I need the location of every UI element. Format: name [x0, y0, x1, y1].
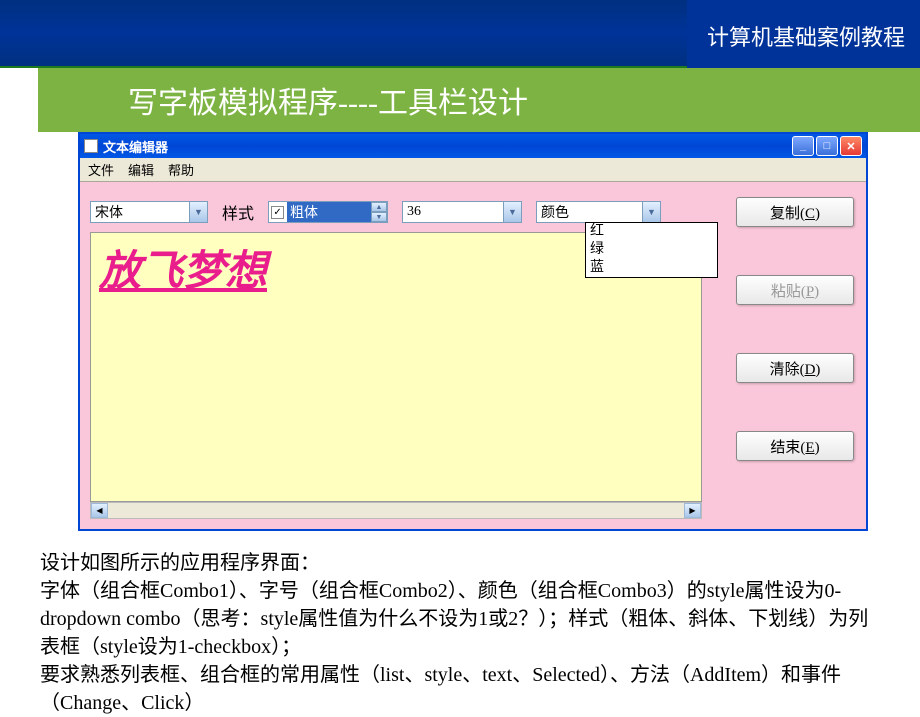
scroll-left-icon[interactable]: ◀	[91, 503, 108, 518]
desc-line1: 设计如图所示的应用程序界面：	[40, 549, 880, 577]
slide-header: 计算机基础案例教程	[0, 0, 920, 68]
description-text: 设计如图所示的应用程序界面： 字体（组合框Combo1）、字号（组合框Combo…	[40, 549, 880, 717]
menu-edit[interactable]: 编辑	[128, 160, 154, 179]
checkbox-icon[interactable]: ✓	[271, 206, 284, 219]
scroll-right-icon[interactable]: ▶	[684, 503, 701, 518]
dropdown-arrow-icon[interactable]: ▼	[642, 202, 660, 222]
desc-line3: 要求熟悉列表框、组合框的常用属性（list、style、text、Selecte…	[40, 661, 880, 717]
color-dropdown-list[interactable]: 红 绿 蓝	[585, 222, 718, 278]
menu-help[interactable]: 帮助	[168, 160, 194, 179]
paste-button[interactable]: 粘贴(P)	[736, 275, 854, 305]
font-combo[interactable]: 宋体 ▼	[90, 201, 208, 223]
size-combo[interactable]: 36 ▼	[402, 201, 522, 223]
window-title: 文本编辑器	[103, 137, 792, 156]
clear-button[interactable]: 清除(D)	[736, 353, 854, 383]
maximize-button[interactable]: □	[816, 136, 838, 156]
color-option-green[interactable]: 绿	[586, 241, 717, 259]
desc-line2: 字体（组合框Combo1）、字号（组合框Combo2）、颜色（组合框Combo3…	[40, 577, 880, 661]
menu-file[interactable]: 文件	[88, 160, 114, 179]
style-label: 样式	[222, 200, 254, 224]
dropdown-arrow-icon[interactable]: ▼	[189, 202, 207, 222]
copy-button-label: 复制(C)	[770, 202, 820, 223]
dropdown-arrow-icon[interactable]: ▼	[503, 202, 521, 222]
app-window: 文本编辑器 _ □ ✕ 文件 编辑 帮助 宋体 ▼ 样式 ✓ 粗体 ▲ ▼	[78, 132, 868, 531]
exit-button-label: 结束(E)	[770, 436, 819, 457]
spin-control: ▲ ▼	[371, 202, 387, 222]
course-title: 计算机基础案例教程	[687, 0, 920, 68]
titlebar[interactable]: 文本编辑器 _ □ ✕	[80, 134, 866, 158]
side-buttons: 复制(C) 粘贴(P) 清除(D) 结束(E)	[736, 197, 854, 461]
toolbar-area: 宋体 ▼ 样式 ✓ 粗体 ▲ ▼ 36 ▼ 颜色 ▼ 红	[80, 182, 866, 529]
clear-button-label: 清除(D)	[770, 358, 821, 379]
slide-title: 写字板模拟程序----工具栏设计	[38, 68, 920, 132]
color-option-blue[interactable]: 蓝	[586, 259, 717, 277]
minimize-button[interactable]: _	[792, 136, 814, 156]
color-combo[interactable]: 颜色 ▼	[536, 201, 661, 223]
color-option-red[interactable]: 红	[586, 223, 717, 241]
menubar: 文件 编辑 帮助	[80, 158, 866, 182]
spin-down-icon[interactable]: ▼	[371, 212, 387, 222]
app-icon	[84, 139, 98, 153]
size-combo-value: 36	[407, 204, 421, 220]
exit-button[interactable]: 结束(E)	[736, 431, 854, 461]
font-combo-value: 宋体	[95, 202, 123, 222]
copy-button[interactable]: 复制(C)	[736, 197, 854, 227]
textarea-content: 放飞梦想	[99, 249, 267, 295]
style-listbox-value: 粗体	[287, 202, 371, 222]
paste-button-label: 粘贴(P)	[771, 280, 819, 301]
style-listbox[interactable]: ✓ 粗体 ▲ ▼	[268, 201, 388, 223]
spin-up-icon[interactable]: ▲	[371, 202, 387, 212]
window-controls: _ □ ✕	[792, 136, 862, 156]
close-button[interactable]: ✕	[840, 136, 862, 156]
color-combo-value: 颜色	[541, 202, 569, 222]
horizontal-scrollbar[interactable]: ◀ ▶	[90, 502, 702, 519]
